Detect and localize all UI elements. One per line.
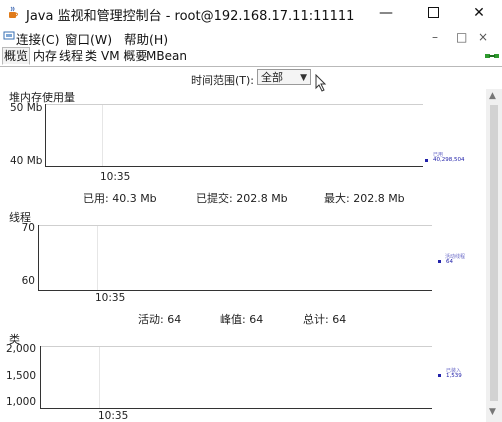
internal-restore-icon[interactable]: □ bbox=[456, 30, 467, 44]
close-icon: ✕ bbox=[473, 5, 485, 21]
internal-close-icon[interactable]: × bbox=[478, 30, 488, 44]
mouse-pointer-icon bbox=[315, 74, 327, 92]
close-button[interactable]: ✕ bbox=[456, 0, 502, 26]
heap-max-stat: 最大: 202.8 Mb bbox=[324, 192, 405, 205]
maximize-button[interactable] bbox=[410, 0, 456, 26]
tab-mbean[interactable]: MBean bbox=[145, 48, 188, 64]
threads-peak-stat: 峰值: 64 bbox=[220, 313, 264, 326]
connection-status-icon bbox=[485, 54, 499, 58]
tab-overview[interactable]: 概览 bbox=[2, 47, 31, 65]
tab-vm-summary[interactable]: VM 概要 bbox=[100, 48, 148, 64]
minimize-button[interactable]: — bbox=[363, 0, 409, 26]
classes-y-mid: 1,500 bbox=[5, 370, 36, 382]
classes-legend-marker bbox=[438, 374, 441, 377]
internal-minimize-icon[interactable]: – bbox=[432, 30, 438, 44]
tab-bar: 概览 内存 线程 类 VM 概要 MBean bbox=[0, 46, 502, 67]
threads-y-top: 70 bbox=[21, 222, 35, 234]
threads-legend-value: 64 bbox=[446, 259, 453, 265]
heap-committed-stat: 已提交: 202.8 Mb bbox=[196, 192, 288, 205]
classes-chart bbox=[40, 346, 432, 409]
time-range-label: 时间范围(T): bbox=[191, 74, 255, 87]
heap-legend-value: 40,298,504 bbox=[433, 157, 465, 163]
scroll-down-icon[interactable]: ▼ bbox=[489, 407, 496, 417]
classes-y-top: 2,000 bbox=[5, 343, 36, 355]
heap-used-stat: 已用: 40.3 Mb bbox=[83, 192, 157, 205]
scroll-up-icon[interactable]: ▲ bbox=[489, 91, 496, 101]
tab-memory[interactable]: 内存 bbox=[32, 48, 58, 64]
classes-x-tick: 10:35 bbox=[98, 410, 129, 422]
menu-bar: 连接(C) 窗口(W) 帮助(H) – □ × bbox=[0, 27, 502, 47]
scroll-thumb[interactable] bbox=[490, 105, 498, 401]
heap-y-top: 50 Mb bbox=[10, 102, 43, 114]
minimize-icon: — bbox=[379, 5, 393, 21]
window-title: Java 监视和管理控制台 - root@192.168.17.11:11111 bbox=[26, 9, 355, 24]
threads-y-bottom: 60 bbox=[21, 275, 35, 287]
heap-legend-marker bbox=[425, 159, 428, 162]
time-range-value: 全部 bbox=[261, 71, 283, 84]
chevron-down-icon: ▼ bbox=[300, 73, 307, 83]
heap-x-tick: 10:35 bbox=[100, 171, 131, 183]
threads-chart bbox=[38, 225, 432, 291]
threads-total-stat: 总计: 64 bbox=[303, 313, 347, 326]
classes-legend-value: 1,539 bbox=[446, 373, 462, 379]
title-bar: Java 监视和管理控制台 - root@192.168.17.11:11111… bbox=[0, 0, 502, 26]
heap-y-bottom: 40 Mb bbox=[10, 155, 43, 167]
java-icon bbox=[9, 6, 18, 18]
tab-threads[interactable]: 线程 bbox=[58, 48, 84, 64]
heap-chart bbox=[45, 104, 423, 167]
tab-classes[interactable]: 类 bbox=[84, 48, 98, 64]
vertical-scrollbar[interactable]: ▲ ▼ bbox=[486, 89, 502, 422]
threads-legend-marker bbox=[438, 260, 441, 263]
classes-y-bottom: 1,000 bbox=[5, 396, 36, 408]
maximize-icon bbox=[427, 7, 439, 18]
connection-menu-icon bbox=[3, 31, 15, 40]
threads-x-tick: 10:35 bbox=[95, 292, 126, 304]
time-range-select[interactable]: 全部 ▼ bbox=[257, 69, 311, 85]
threads-live-stat: 活动: 64 bbox=[138, 313, 182, 326]
